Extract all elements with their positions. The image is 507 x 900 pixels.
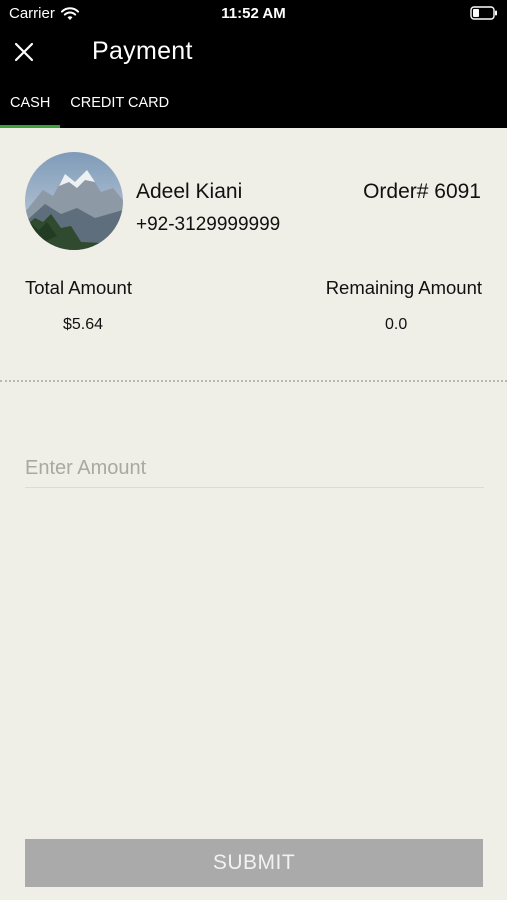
- order-number: Order# 6091: [363, 180, 481, 203]
- tab-credit-card[interactable]: CREDIT CARD: [60, 88, 179, 128]
- battery-icon: [470, 6, 498, 20]
- status-bar: Carrier 11:52 AM: [0, 0, 507, 28]
- close-icon[interactable]: [13, 41, 35, 63]
- customer-phone: +92-3129999999: [136, 214, 281, 235]
- app-header: Carrier 11:52 AM Payment CASH CREDIT CAR…: [0, 0, 507, 128]
- nav-bar: Payment: [0, 30, 507, 76]
- total-amount-label: Total Amount: [25, 277, 132, 298]
- page-title: Payment: [92, 37, 193, 65]
- remaining-amount-label: Remaining Amount: [325, 277, 482, 298]
- amount-input[interactable]: [25, 450, 484, 488]
- customer-name: Adeel Kiani: [136, 180, 243, 203]
- tab-cash[interactable]: CASH: [0, 88, 61, 128]
- payment-tabs: CASH CREDIT CARD: [0, 88, 179, 128]
- remaining-amount-value: 0.0: [385, 316, 408, 333]
- status-time: 11:52 AM: [221, 5, 286, 22]
- dotted-divider: [0, 380, 507, 382]
- avatar: [25, 152, 123, 250]
- total-amount-value: $5.64: [63, 316, 104, 333]
- submit-button[interactable]: SUBMIT: [25, 839, 483, 887]
